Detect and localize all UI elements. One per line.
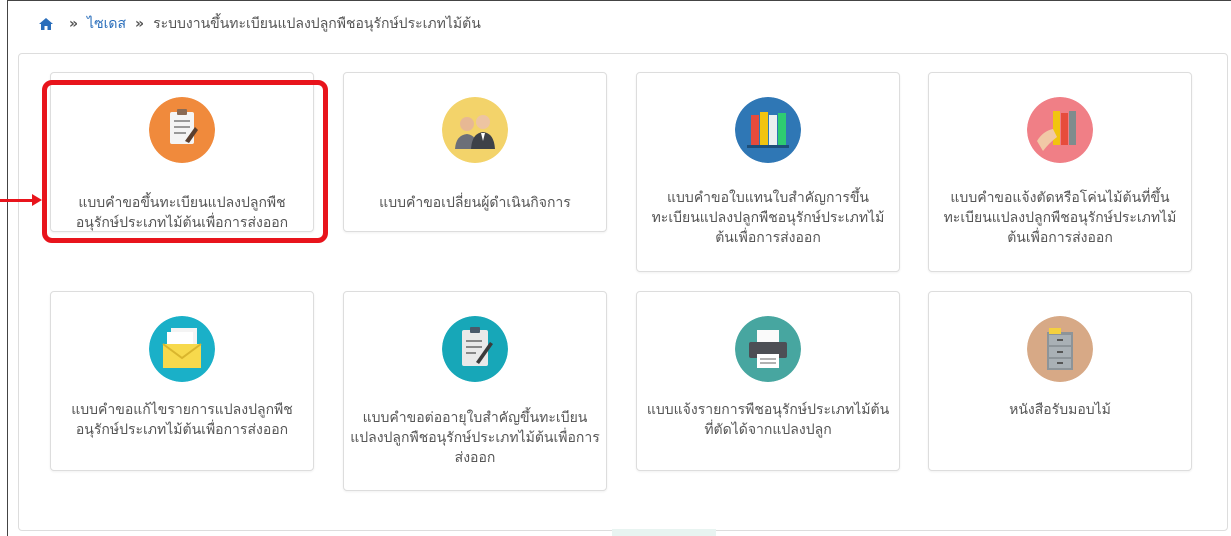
- card-receipt-letter[interactable]: หนังสือรับมอบไม้: [928, 291, 1192, 471]
- card-cut-trees-list[interactable]: แบบแจ้งรายการพืชอนุรักษ์ประเภทไม้ต้นที่ต…: [636, 291, 900, 471]
- printer-icon: [735, 316, 801, 382]
- pointer-arrow-head: [32, 194, 42, 206]
- card-cut-trees-notice[interactable]: แบบคำขอแจ้งตัดหรือโค่นไม้ต้นที่ขึ้นทะเบี…: [928, 72, 1192, 272]
- breadcrumb-separator: »: [135, 16, 145, 32]
- binders-icon: [735, 97, 801, 163]
- home-icon[interactable]: [38, 17, 54, 31]
- card-label: แบบคำขอใบแทนใบสำคัญการขึ้นทะเบียนแปลงปลู…: [651, 190, 885, 246]
- card-renew-certificate[interactable]: แบบคำขอต่ออายุใบสำคัญขึ้นทะเบียนแปลงปลูก…: [343, 291, 607, 491]
- bottom-tab: [612, 529, 716, 536]
- clipboard-pen-icon: [442, 316, 508, 382]
- card-label: แบบแจ้งรายการพืชอนุรักษ์ประเภทไม้ต้นที่ต…: [646, 402, 890, 438]
- breadcrumb-current: ระบบงานขึ้นทะเบียนแปลงปลูกพืชอนุรักษ์ประ…: [153, 16, 481, 32]
- breadcrumb-separator: »: [69, 16, 79, 32]
- card-label: แบบคำขอแก้ไขรายการแปลงปลูกพืชอนุรักษ์ประ…: [71, 402, 293, 438]
- card-label: หนังสือรับมอบไม้: [1009, 402, 1111, 418]
- card-edit-plantation[interactable]: แบบคำขอแก้ไขรายการแปลงปลูกพืชอนุรักษ์ประ…: [50, 291, 314, 471]
- highlight-box: [42, 80, 328, 243]
- business-people-icon: [442, 97, 508, 163]
- pointer-arrow: [0, 199, 36, 202]
- card-label: แบบคำขอต่ออายุใบสำคัญขึ้นทะเบียนแปลงปลูก…: [350, 410, 600, 466]
- card-replacement-certificate[interactable]: แบบคำขอใบแทนใบสำคัญการขึ้นทะเบียนแปลงปลู…: [636, 72, 900, 272]
- filing-cabinet-icon: [1027, 316, 1093, 382]
- card-label: แบบคำขอแจ้งตัดหรือโค่นไม้ต้นที่ขึ้นทะเบี…: [943, 190, 1177, 246]
- breadcrumb: » ไซเดส » ระบบงานขึ้นทะเบียนแปลงปลูกพืชอ…: [38, 12, 481, 36]
- hand-binders-icon: [1027, 97, 1093, 163]
- card-label: แบบคำขอเปลี่ยนผู้ดำเนินกิจการ: [379, 195, 571, 211]
- breadcrumb-link-site[interactable]: ไซเดส: [87, 13, 126, 35]
- envelope-documents-icon: [149, 316, 215, 382]
- card-change-operator[interactable]: แบบคำขอเปลี่ยนผู้ดำเนินกิจการ: [343, 72, 607, 232]
